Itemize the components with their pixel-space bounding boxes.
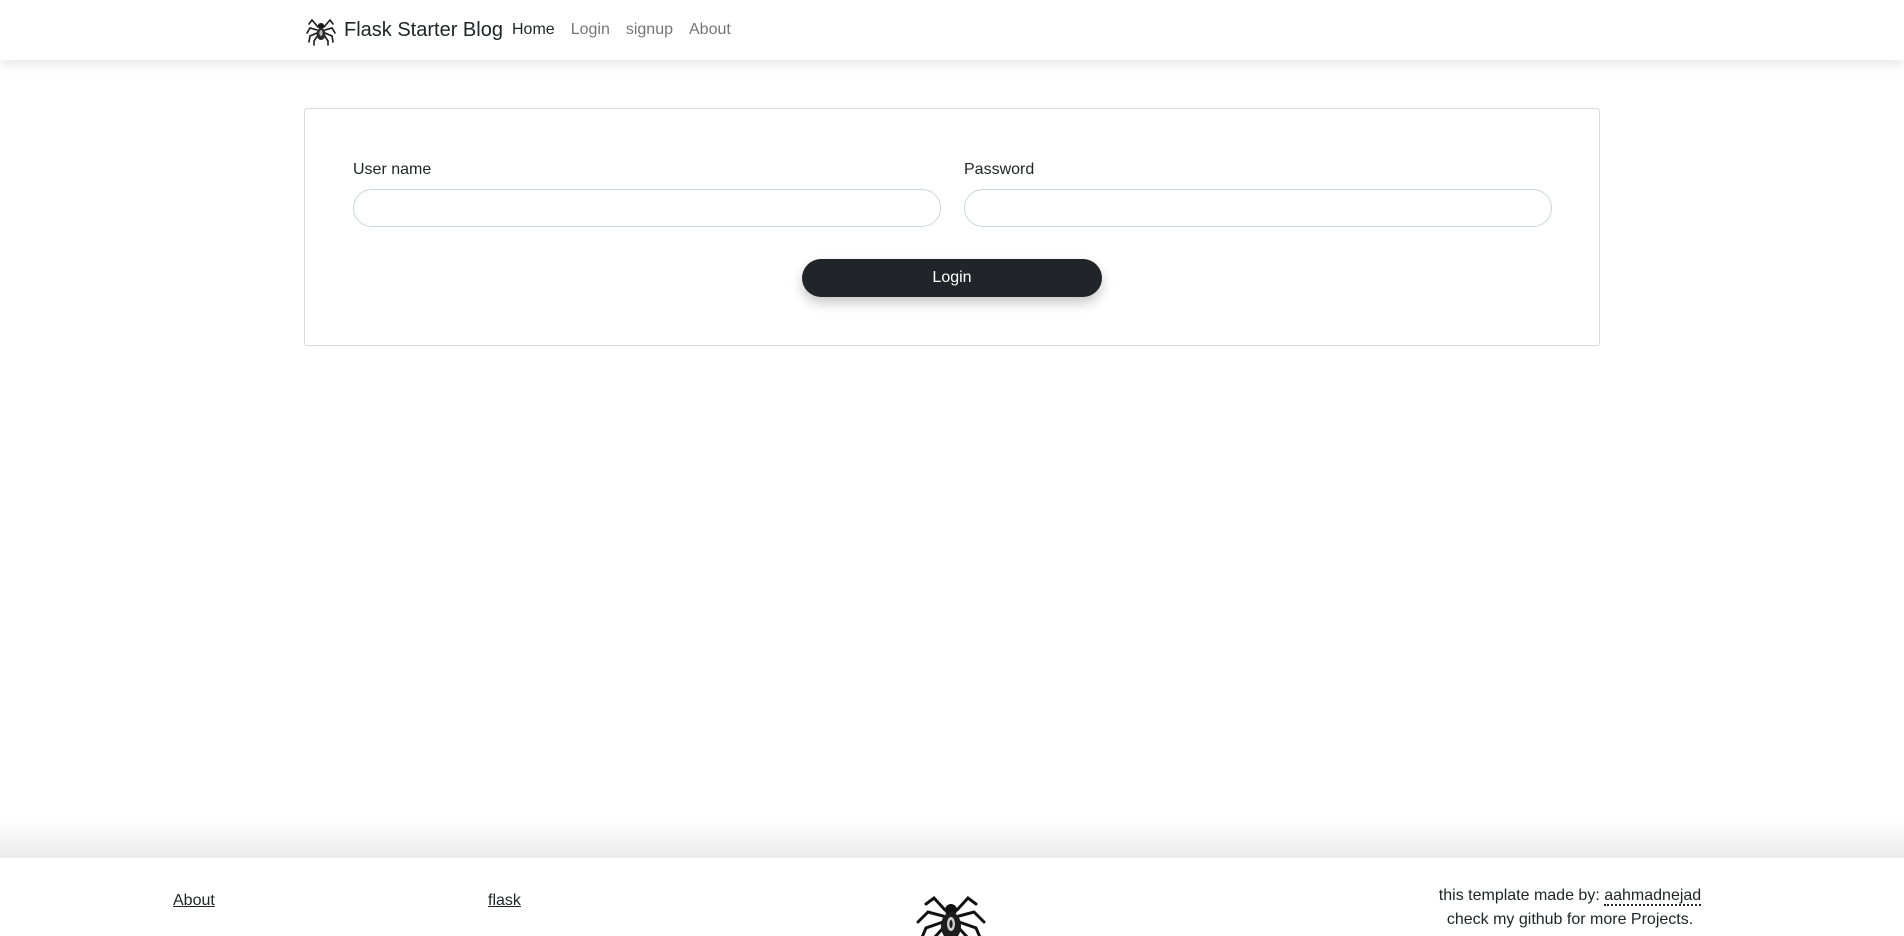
- spider-icon: [306, 18, 336, 46]
- nav-link-signup[interactable]: signup: [626, 21, 673, 39]
- nav-link-login[interactable]: Login: [571, 21, 610, 39]
- username-label: User name: [353, 161, 432, 178]
- nav-link-about[interactable]: About: [689, 21, 731, 39]
- credit-line-2: check my github for more Projects.: [1446, 911, 1694, 928]
- username-input[interactable]: [353, 189, 941, 227]
- spider-icon: [916, 895, 986, 936]
- brand-link[interactable]: Flask Starter Blog: [306, 12, 503, 48]
- footer-about-link[interactable]: About: [173, 892, 215, 910]
- footer-flask-link[interactable]: flask: [488, 892, 521, 910]
- navbar: Flask Starter Blog Home Login signup Abo…: [0, 0, 1904, 60]
- password-input[interactable]: [964, 189, 1552, 227]
- footer-credit: this template made by: aahmadnejad check…: [1380, 884, 1760, 932]
- login-form: User name Password Login: [304, 108, 1600, 346]
- footer-shadow: [0, 820, 1904, 858]
- credit-prefix: this template made by:: [1438, 887, 1600, 904]
- footer: About flask this template made by: aahma…: [0, 858, 1904, 936]
- author-github-link[interactable]: aahmadnejad: [1604, 887, 1702, 906]
- login-button[interactable]: Login: [802, 259, 1102, 297]
- nav-link-home[interactable]: Home: [512, 21, 555, 39]
- password-label: Password: [964, 161, 1035, 178]
- nav-menu: Home Login signup About: [512, 18, 747, 42]
- brand-title: Flask Starter Blog: [344, 18, 503, 41]
- credit-line-1: this template made by: aahmadnejad: [1380, 884, 1760, 908]
